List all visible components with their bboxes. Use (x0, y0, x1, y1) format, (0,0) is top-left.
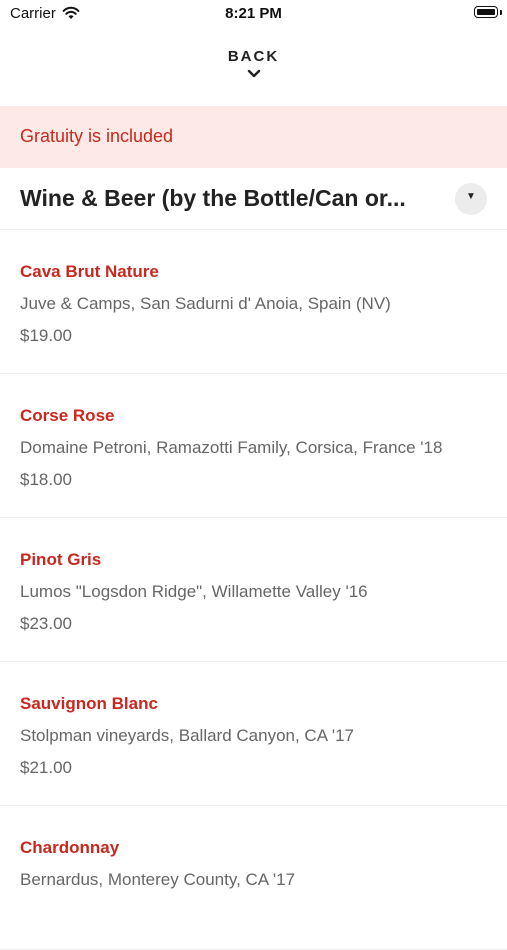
back-label: BACK (227, 48, 280, 65)
item-price: $18.00 (20, 470, 72, 489)
menu-item[interactable]: Chardonnay Bernardus, Monterey County, C… (0, 806, 507, 950)
status-bar: Carrier 8:21 PM (0, 0, 507, 30)
battery-cap (500, 10, 502, 15)
menu-item[interactable]: Sauvignon Blanc Stolpman vineyards, Ball… (0, 662, 507, 806)
item-name: Chardonnay (20, 838, 120, 857)
chevron-down-icon (247, 69, 260, 78)
item-price: $23.00 (20, 614, 72, 633)
gratuity-notice: Gratuity is included (0, 106, 507, 168)
menu-item[interactable]: Cava Brut Nature Juve & Camps, San Sadur… (0, 230, 507, 374)
item-name: Corse Rose (20, 406, 115, 425)
menu-item[interactable]: Corse Rose Domaine Petroni, Ramazotti Fa… (0, 374, 507, 518)
item-description: Stolpman vineyards, Ballard Canyon, CA '… (20, 726, 354, 745)
caret-down-icon: ▼ (466, 191, 476, 202)
item-description: Domaine Petroni, Ramazotti Family, Corsi… (20, 438, 443, 457)
menu-item[interactable]: Pinot Gris Lumos "Logsdon Ridge", Willam… (0, 518, 507, 662)
item-name: Cava Brut Nature (20, 262, 159, 281)
item-name: Pinot Gris (20, 550, 102, 569)
item-price: $21.00 (20, 758, 72, 777)
clock: 8:21 PM (225, 5, 282, 22)
item-description: Bernardus, Monterey County, CA '17 (20, 870, 296, 889)
category-selector[interactable]: Wine & Beer (by the Bottle/Can or... ▼ (0, 168, 507, 230)
battery-icon (474, 6, 498, 18)
gratuity-notice-text: Gratuity is included (20, 126, 174, 146)
back-button[interactable]: BACK (0, 48, 507, 90)
category-title: Wine & Beer (by the Bottle/Can or... (20, 185, 406, 211)
item-name: Sauvignon Blanc (20, 694, 158, 713)
category-dropdown-button[interactable]: ▼ (455, 183, 487, 215)
item-description: Lumos "Logsdon Ridge", Willamette Valley… (20, 582, 368, 601)
item-price: $19.00 (20, 326, 72, 345)
item-description: Juve & Camps, San Sadurni d' Anoia, Spai… (20, 294, 391, 313)
menu-list: Cava Brut Nature Juve & Camps, San Sadur… (0, 230, 507, 950)
